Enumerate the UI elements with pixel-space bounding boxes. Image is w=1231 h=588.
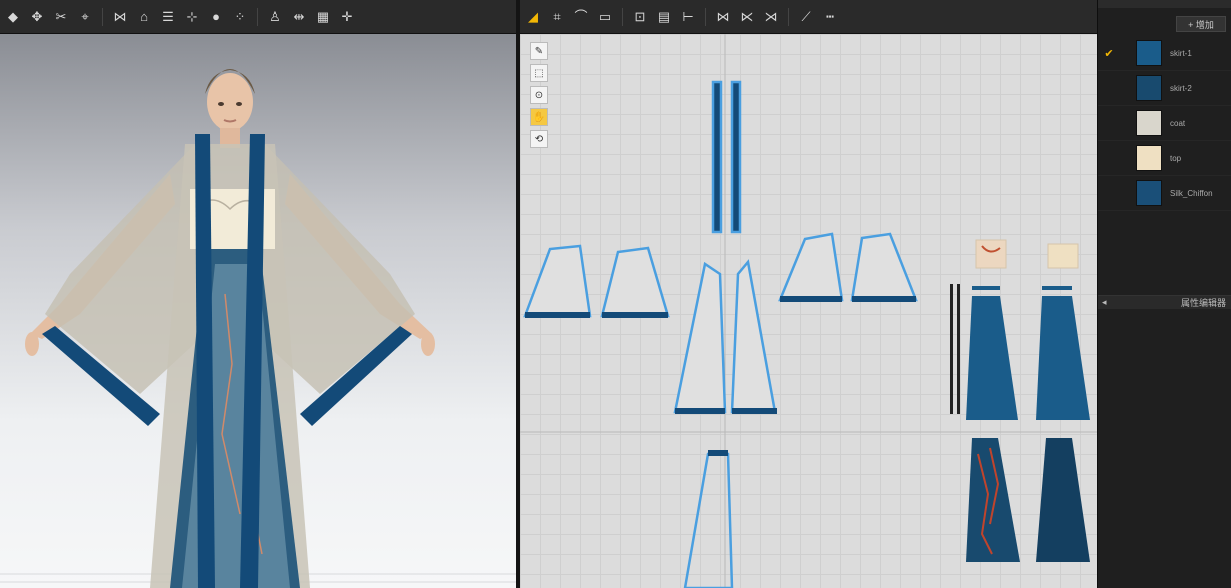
- property-editor-label: 属性编辑器: [1180, 298, 1226, 308]
- pattern-pieces: [520, 34, 1097, 588]
- pattern-icon[interactable]: ▤: [655, 8, 673, 26]
- panel-header-bar: [1098, 0, 1231, 8]
- pin-icon[interactable]: ⌖: [76, 8, 94, 26]
- select-icon[interactable]: ⬚: [530, 64, 548, 82]
- fabric-name: skirt-2: [1170, 83, 1192, 93]
- fabric-name: top: [1170, 153, 1182, 163]
- reset-icon[interactable]: ⟲: [530, 130, 548, 148]
- fabric-swatch[interactable]: [1136, 145, 1162, 171]
- toolbar-divider: [705, 7, 706, 26]
- fabric-item[interactable]: top: [1098, 141, 1231, 176]
- add-fabric-button[interactable]: + 增加: [1176, 16, 1226, 32]
- fabric-swatch[interactable]: [1136, 75, 1162, 101]
- property-editor-header[interactable]: ◂ 属性编辑器: [1098, 295, 1231, 309]
- avatar-render: [0, 69, 516, 588]
- cut-icon[interactable]: ✂: [52, 8, 70, 26]
- fabric-name: Silk_Chiffon: [1170, 188, 1213, 198]
- layer-icon[interactable]: ☰: [159, 8, 177, 26]
- viewport-2d-pattern[interactable]: ✎ ⬚ ⊙ ✋ ⟲: [520, 34, 1097, 588]
- toolbar-divider: [622, 7, 623, 26]
- free-sew-icon[interactable]: ⋉: [738, 8, 756, 26]
- fabric-name: coat: [1170, 118, 1186, 128]
- fabric-panel: + 增加 ✔ skirt-1 skirt-2 coat top Silk_Chiffon …: [1097, 0, 1231, 588]
- select-icon[interactable]: ◆: [4, 8, 22, 26]
- fabric-item[interactable]: skirt-2: [1098, 71, 1231, 106]
- curve-icon[interactable]: ⌒: [572, 8, 590, 26]
- pattern-side-toolbar: ✎ ⬚ ⊙ ✋ ⟲: [530, 42, 548, 148]
- sew-icon[interactable]: ⋈: [111, 8, 129, 26]
- seam-icon[interactable]: ⋈: [714, 8, 732, 26]
- move-icon[interactable]: ✛: [338, 8, 356, 26]
- fabric-swatch[interactable]: [1136, 40, 1162, 66]
- transform-icon[interactable]: ✥: [28, 8, 46, 26]
- pan-icon[interactable]: ✋: [530, 108, 548, 126]
- zoom-icon[interactable]: ⊙: [530, 86, 548, 104]
- viewport-3d-toolbar: ◆ ✥ ✂ ⌖ ⋈ ⌂ ☰ ⊹ ● ⁘ ♙ ⇹ ▦ ✛: [0, 0, 516, 34]
- avatar-icon[interactable]: ♙: [266, 8, 284, 26]
- pen-icon[interactable]: ✎: [530, 42, 548, 60]
- fabric-list: ✔ skirt-1 skirt-2 coat top Silk_Chiffon: [1098, 36, 1231, 211]
- toolbar-divider: [102, 7, 103, 26]
- measure-icon[interactable]: ⇹: [290, 8, 308, 26]
- collapse-arrow-icon[interactable]: ◂: [1102, 297, 1107, 308]
- check-icon: ✔: [1104, 47, 1114, 60]
- segment-icon[interactable]: ⊢: [679, 8, 697, 26]
- toolbar-divider: [788, 7, 789, 26]
- fabric-item[interactable]: Silk_Chiffon: [1098, 176, 1231, 211]
- toolbar-divider: [257, 7, 258, 26]
- tape-icon[interactable]: ⋊: [762, 8, 780, 26]
- fabric-item[interactable]: coat: [1098, 106, 1231, 141]
- fold-icon[interactable]: ⌂: [135, 8, 153, 26]
- fabric-swatch[interactable]: [1136, 110, 1162, 136]
- rect-icon[interactable]: ▭: [596, 8, 614, 26]
- fabric-swatch[interactable]: [1136, 180, 1162, 206]
- viewport-3d[interactable]: [0, 34, 516, 588]
- grid-icon[interactable]: ▦: [314, 8, 332, 26]
- circle-icon[interactable]: ●: [207, 8, 225, 26]
- tack-icon[interactable]: ⊹: [183, 8, 201, 26]
- ruler-icon[interactable]: ┅: [821, 8, 839, 26]
- internal-icon[interactable]: ⊡: [631, 8, 649, 26]
- fabric-name: skirt-1: [1170, 48, 1192, 58]
- fabric-item[interactable]: ✔ skirt-1: [1098, 36, 1231, 71]
- line-icon[interactable]: ⟋: [797, 8, 815, 26]
- edit-pattern-icon[interactable]: ◢: [524, 8, 542, 26]
- stitch-icon[interactable]: ⁘: [231, 8, 249, 26]
- point-icon[interactable]: ⌗: [548, 8, 566, 26]
- viewport-2d-toolbar: ◢ ⌗ ⌒ ▭ ⊡ ▤ ⊢ ⋈ ⋉ ⋊ ⟋ ┅: [520, 0, 1097, 34]
